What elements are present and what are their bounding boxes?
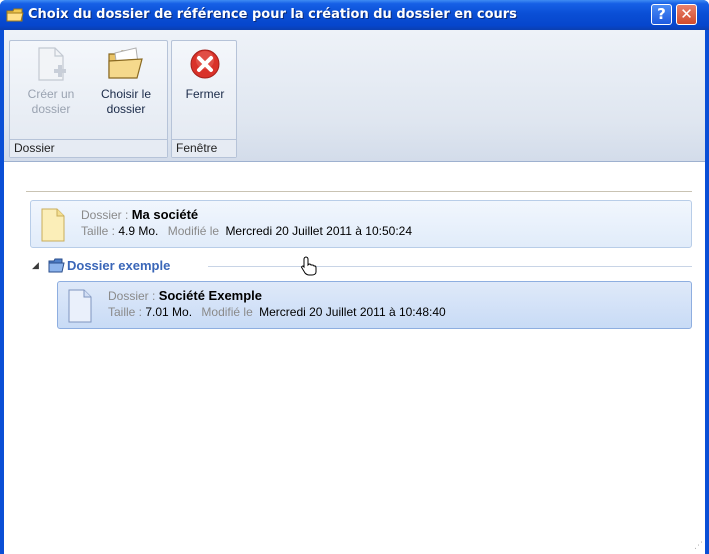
- modifie-label: Modifié le: [167, 224, 220, 238]
- help-button[interactable]: ?: [651, 4, 672, 25]
- taille-label: Taille :: [108, 305, 146, 319]
- choose-folder-button[interactable]: Choisir le dossier: [90, 45, 162, 117]
- folder-name: Ma société: [131, 207, 199, 222]
- folder-app-icon: [6, 8, 24, 22]
- separator-line: [26, 191, 692, 192]
- list-item-ma-societe[interactable]: Dossier : Ma société Taille : 4.9 Mo. Mo…: [30, 200, 692, 248]
- window-title: Choix du dossier de référence pour la cr…: [28, 7, 517, 22]
- modifie-label: Modifié le: [201, 305, 253, 319]
- blue-document-icon: [68, 289, 92, 323]
- ribbon-group-fenetre: Fermer Fenêtre: [171, 40, 237, 158]
- collapse-arrow-icon[interactable]: ◢: [32, 260, 39, 271]
- group-title: Dossier exemple: [67, 258, 171, 273]
- open-folder-icon: [108, 47, 143, 79]
- close-red-icon: [190, 49, 220, 79]
- dossier-label: Dossier :: [108, 289, 159, 303]
- create-folder-label-1: Créer un: [27, 87, 75, 101]
- ribbon-group-label-fenetre: Fenêtre: [172, 139, 236, 157]
- group-divider: [208, 266, 692, 267]
- create-folder-label-2: dossier: [31, 102, 71, 116]
- close-label: Fermer: [185, 87, 225, 101]
- taille-label: Taille :: [81, 224, 119, 238]
- client-area: Créer un dossier Choisir le dossier Doss…: [4, 30, 705, 554]
- ribbon-group-dossier: Créer un dossier Choisir le dossier Doss…: [9, 40, 168, 158]
- yellow-document-icon: [41, 208, 65, 242]
- folder-size: 4.9 Mo.: [118, 224, 159, 238]
- folder-list: Dossier : Ma société Taille : 4.9 Mo. Mo…: [4, 163, 705, 554]
- resize-grip-icon[interactable]: ⋰: [694, 540, 703, 551]
- ribbon-toolbar: Créer un dossier Choisir le dossier Doss…: [4, 30, 705, 162]
- create-folder-button[interactable]: Créer un dossier: [15, 45, 87, 117]
- group-header-dossier-exemple[interactable]: ◢ Dossier exemple: [32, 258, 692, 274]
- folder-modified-date: Mercredi 20 Juillet 2011 à 10:48:40: [259, 305, 446, 319]
- folder-modified-date: Mercredi 20 Juillet 2011 à 10:50:24: [225, 224, 412, 238]
- choose-folder-label-2: dossier: [106, 102, 146, 116]
- choose-folder-label-1: Choisir le: [100, 87, 151, 101]
- close-window-button[interactable]: ✕: [676, 4, 697, 25]
- folder-size: 7.01 Mo.: [145, 305, 193, 319]
- title-bar[interactable]: Choix du dossier de référence pour la cr…: [0, 0, 709, 30]
- folder-name: Société Exemple: [158, 288, 263, 303]
- ribbon-group-label-dossier: Dossier: [10, 139, 167, 157]
- new-document-icon: [38, 47, 66, 81]
- close-button[interactable]: Fermer: [169, 45, 241, 102]
- blue-folder-icon: [48, 258, 65, 273]
- dossier-label: Dossier :: [81, 208, 132, 222]
- list-item-societe-exemple[interactable]: Dossier : Société Exemple Taille : 7.01 …: [57, 281, 692, 329]
- dialog-window: Choix du dossier de référence pour la cr…: [0, 0, 709, 554]
- hand-cursor-icon: [301, 256, 317, 276]
